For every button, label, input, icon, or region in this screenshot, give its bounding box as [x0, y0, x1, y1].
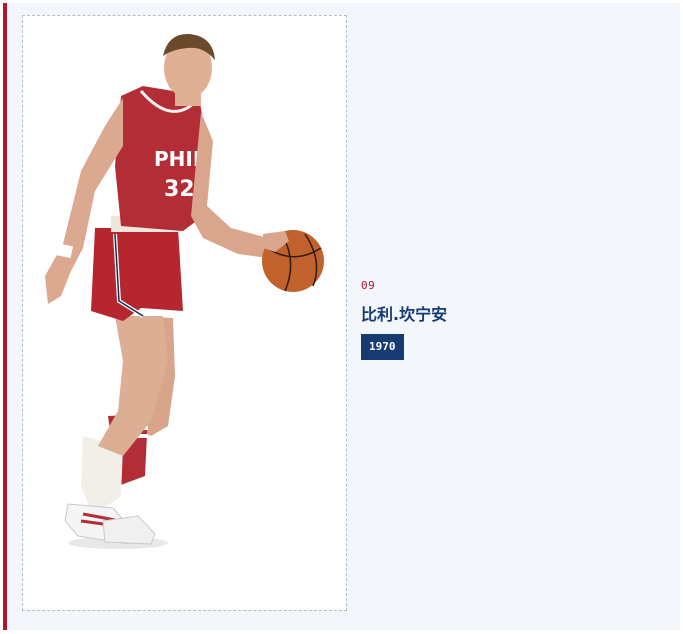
player-name[interactable]: 比利.坎宁安: [361, 301, 447, 325]
year-badge: 1970: [361, 334, 404, 360]
player-card[interactable]: PHILA 32 09 比利.坎宁安 1970: [3, 3, 680, 630]
player-photo-illustration: PHILA 32: [45, 33, 324, 549]
jersey-number: 32: [164, 177, 195, 202]
player-photo: PHILA 32: [22, 15, 347, 611]
player-info: 09 比利.坎宁安 1970: [361, 279, 447, 360]
player-number: 09: [361, 279, 376, 292]
